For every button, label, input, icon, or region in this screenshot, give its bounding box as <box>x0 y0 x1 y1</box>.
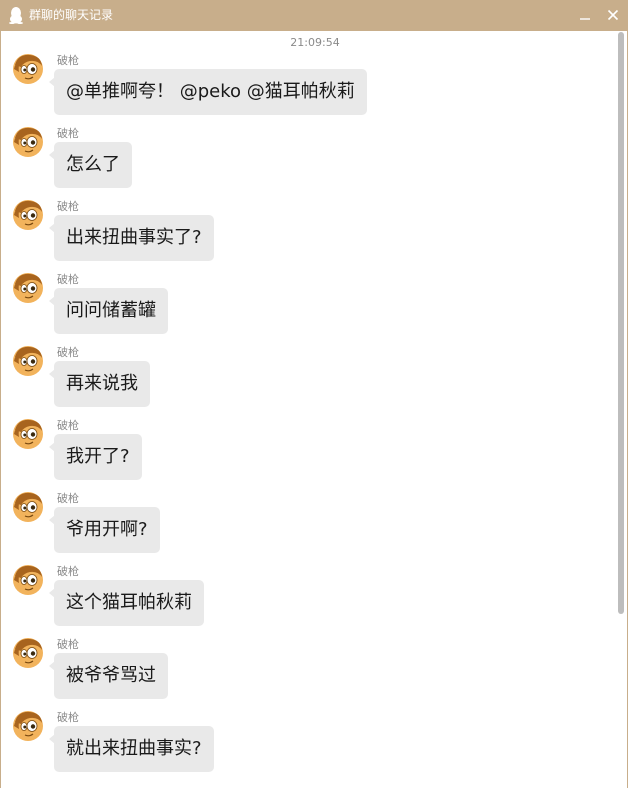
chat-message: 破枪问问储蓄罐 <box>1 272 611 345</box>
message-bubble[interactable]: 怎么了 <box>49 142 132 188</box>
avatar[interactable] <box>12 126 44 158</box>
message-bubble[interactable]: 被爷爷骂过 <box>49 653 168 699</box>
message-timestamp: 21:09:54 <box>290 36 340 49</box>
sender-name: 破枪 <box>57 200 79 213</box>
message-bubble[interactable]: 这个猫耳帕秋莉 <box>49 580 204 626</box>
avatar[interactable] <box>12 345 44 377</box>
message-bubble[interactable]: 出来扭曲事实了? <box>49 215 214 261</box>
title-bar[interactable]: 群聊的聊天记录 <box>0 0 628 31</box>
chat-message: 破枪怎么了 <box>1 126 611 199</box>
chat-message: 破枪爷用开啊? <box>1 491 611 564</box>
avatar[interactable] <box>12 418 44 450</box>
sender-name: 破枪 <box>57 273 79 286</box>
avatar[interactable] <box>12 564 44 596</box>
message-bubble[interactable]: 就出来扭曲事实? <box>49 726 214 772</box>
qq-penguin-icon <box>8 6 24 24</box>
avatar[interactable] <box>12 53 44 85</box>
scrollbar-thumb[interactable] <box>618 32 624 614</box>
sender-name: 破枪 <box>57 492 79 505</box>
sender-name: 破枪 <box>57 419 79 432</box>
minimize-icon <box>579 6 591 25</box>
minimize-button[interactable] <box>572 3 598 27</box>
chat-message: 破枪出来扭曲事实了? <box>1 199 611 272</box>
avatar[interactable] <box>12 491 44 523</box>
sender-name: 破枪 <box>57 346 79 359</box>
sender-name: 破枪 <box>57 565 79 578</box>
chat-message: 破枪这个猫耳帕秋莉 <box>1 564 611 637</box>
chat-message: 破枪我开了? <box>1 418 611 491</box>
sender-name: 破枪 <box>57 711 79 724</box>
avatar[interactable] <box>12 199 44 231</box>
message-bubble[interactable]: 我开了? <box>49 434 142 480</box>
avatar[interactable] <box>12 710 44 742</box>
chat-history-pane[interactable]: 21:09:54 破枪 @单推啊夸！ @peko @猫耳帕秋莉 破枪 怎么了 破枪出… <box>1 31 627 788</box>
avatar[interactable] <box>12 637 44 669</box>
close-icon <box>607 6 619 25</box>
chat-message: 破枪就出来扭曲事实? <box>1 710 611 783</box>
avatar[interactable] <box>12 272 44 304</box>
message-bubble[interactable]: 爷用开啊? <box>49 507 160 553</box>
chat-message: 破枪 @单推啊夸！ @peko @猫耳帕秋莉 <box>1 53 611 126</box>
message-bubble[interactable]: 再来说我 <box>49 361 150 407</box>
sender-name: 破枪 <box>57 54 79 67</box>
sender-name: 破枪 <box>57 638 79 651</box>
close-button[interactable] <box>600 3 626 27</box>
chat-message: 破枪再来说我 <box>1 345 611 418</box>
sender-name: 破枪 <box>57 127 79 140</box>
message-bubble[interactable]: @单推啊夸！ @peko @猫耳帕秋莉 <box>49 69 367 115</box>
chat-message: 破枪被爷爷骂过 <box>1 637 611 710</box>
message-bubble[interactable]: 问问储蓄罐 <box>49 288 168 334</box>
window-title: 群聊的聊天记录 <box>29 8 114 22</box>
